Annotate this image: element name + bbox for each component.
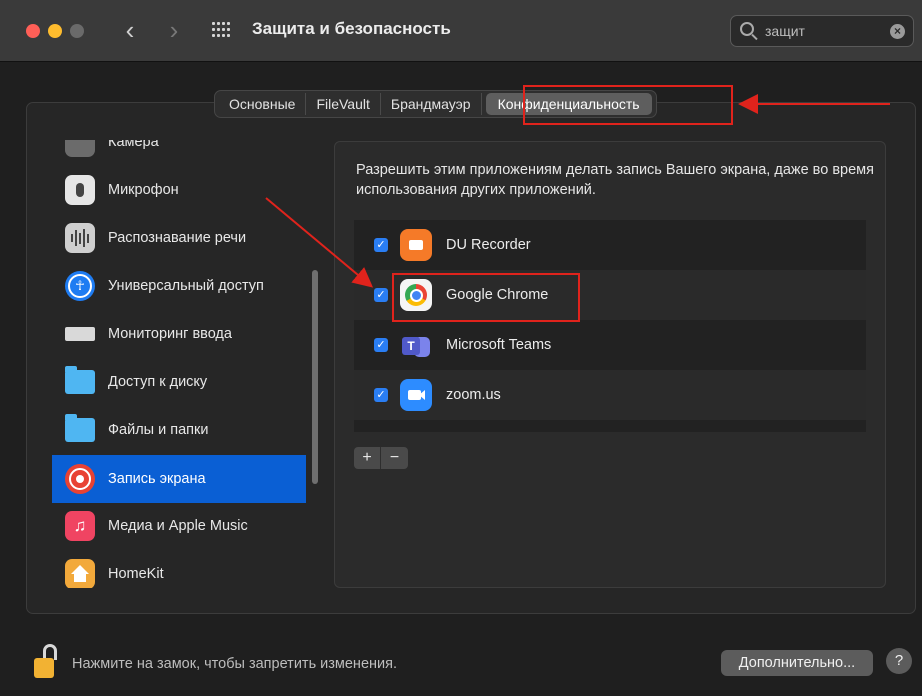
sidebar-scrollbar[interactable] (310, 140, 320, 588)
app-name: Microsoft Teams (446, 337, 552, 353)
tab-general[interactable]: Основные (219, 93, 307, 115)
window-title: Защита и безопасность (252, 19, 451, 38)
sidebar-scrollbar-thumb[interactable] (312, 270, 318, 484)
sidebar-item-camera[interactable]: Камера (52, 140, 306, 166)
search-field[interactable]: × (730, 15, 914, 47)
sidebar-item-files-and-folders[interactable]: Файлы и папки (52, 406, 306, 454)
folder-icon (65, 366, 95, 394)
close-window-button[interactable] (26, 24, 40, 38)
sidebar-item-speech-recognition[interactable]: Распознавание речи (52, 214, 306, 262)
app-checkbox[interactable]: ✓ (374, 238, 388, 252)
permission-description: Разрешить этим приложениям делать запись… (356, 162, 874, 198)
sidebar-item-label: Доступ к диску (108, 374, 208, 390)
tab-firewall[interactable]: Брандмауэр (381, 93, 482, 115)
app-row-microsoft-teams[interactable]: ✓ Microsoft Teams (354, 320, 866, 370)
add-app-button[interactable]: + (354, 447, 381, 469)
app-row-du-recorder[interactable]: ✓ DU Recorder (354, 220, 866, 270)
app-name: DU Recorder (446, 237, 531, 253)
chevron-right-icon[interactable]: › (160, 16, 188, 46)
camera-icon (65, 140, 95, 157)
app-checkbox[interactable]: ✓ (374, 388, 388, 402)
search-input[interactable] (765, 21, 885, 41)
advanced-button[interactable]: Дополнительно... (721, 650, 873, 676)
show-all-grid-icon[interactable] (212, 22, 232, 40)
tab-bar: Основные FileVault Брандмауэр Конфиденци… (214, 90, 657, 118)
sidebar-item-input-monitoring[interactable]: Мониторинг ввода (52, 310, 306, 358)
app-row-zoom[interactable]: ✓ zoom.us (354, 370, 866, 420)
minimize-window-button[interactable] (48, 24, 62, 38)
keyboard-icon (65, 327, 95, 341)
music-icon: ♫ (65, 511, 95, 541)
sidebar-item-label: Файлы и папки (108, 422, 209, 438)
title-bar: ‹ › Защита и безопасность × (0, 0, 922, 62)
app-row-google-chrome[interactable]: ✓ Google Chrome (354, 270, 866, 320)
sidebar-item-homekit[interactable]: HomeKit (52, 550, 306, 588)
accessibility-icon (65, 271, 95, 301)
app-checkbox[interactable]: ✓ (374, 288, 388, 302)
clear-x-icon[interactable]: × (890, 24, 905, 39)
privacy-category-list: Камера Микрофон Распознавание речи Униве… (52, 140, 306, 588)
app-name: zoom.us (446, 387, 501, 403)
sidebar-item-label: HomeKit (108, 566, 164, 582)
remove-app-button[interactable]: − (381, 447, 408, 469)
sidebar-item-media-apple-music[interactable]: ♫ Медиа и Apple Music (52, 502, 306, 550)
screen-recording-icon (65, 464, 95, 494)
sidebar-item-label: Универсальный доступ (108, 278, 264, 294)
sidebar-item-accessibility[interactable]: Универсальный доступ (52, 262, 306, 310)
sidebar-item-label: Мониторинг ввода (108, 326, 232, 342)
app-list: ✓ DU Recorder ✓ Google Chrome ✓ Microsof… (354, 220, 866, 432)
sidebar-item-label: Запись экрана (108, 471, 206, 487)
lock-icon[interactable] (34, 644, 62, 678)
sidebar-item-label: Камера (108, 140, 159, 150)
app-checkbox[interactable]: ✓ (374, 338, 388, 352)
lock-hint: Нажмите на замок, чтобы запретить измене… (72, 656, 397, 672)
add-remove-control: + − (354, 447, 408, 469)
help-button[interactable]: ? (886, 648, 912, 674)
zoom-window-button[interactable] (70, 24, 84, 38)
teams-icon (400, 329, 432, 361)
tab-privacy[interactable]: Конфиденциальность (485, 93, 652, 115)
magnifier-icon (740, 22, 754, 36)
sidebar-item-full-disk-access[interactable]: Доступ к диску (52, 358, 306, 406)
sidebar-item-screen-recording[interactable]: Запись экрана (52, 455, 306, 503)
sidebar-item-microphone[interactable]: Микрофон (52, 166, 306, 214)
app-name: Google Chrome (446, 287, 549, 303)
sidebar-item-label: Медиа и Apple Music (108, 518, 248, 534)
folder-icon (65, 414, 95, 442)
chrome-icon (400, 279, 432, 311)
speech-recognition-icon (65, 223, 95, 253)
sidebar-item-label: Распознавание речи (108, 230, 247, 246)
zoom-icon (400, 379, 432, 411)
sidebar-item-label: Микрофон (108, 182, 179, 198)
microphone-icon (65, 175, 95, 205)
du-recorder-icon (400, 229, 432, 261)
chevron-left-icon[interactable]: ‹ (116, 16, 144, 46)
tab-filevault[interactable]: FileVault (306, 93, 381, 115)
home-icon (65, 559, 95, 588)
